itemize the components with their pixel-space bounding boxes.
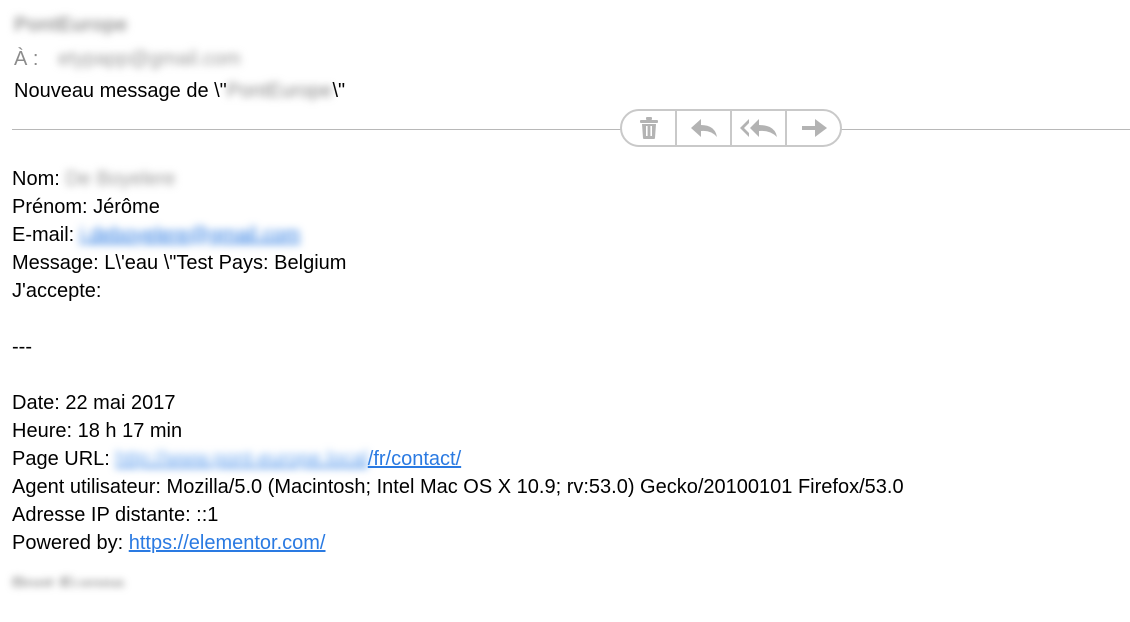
reply-all-icon	[739, 119, 777, 137]
powered-link[interactable]: https://elementor.com/	[129, 532, 326, 554]
heure-line: Heure: 18 h 17 min	[12, 420, 183, 442]
date-line: Date: 22 mai 2017	[12, 392, 176, 414]
subject-prefix: Nouveau message de \"	[14, 80, 227, 102]
subject-line: Nouveau message de \"PontEurope\"	[14, 80, 345, 103]
to-label: À :	[14, 48, 39, 70]
separator-line: ---	[12, 336, 32, 358]
trash-icon	[639, 117, 658, 139]
subject-suffix: \"	[332, 80, 346, 102]
reply-button[interactable]	[677, 111, 732, 145]
accept-line: J'accepte:	[12, 280, 102, 302]
sender-name: PontEurope	[14, 14, 128, 36]
message-body: Nom: De Boyelere Prénom: Jérôme E-mail: …	[12, 165, 904, 557]
delete-button[interactable]	[622, 111, 677, 145]
page-url-domain: http://www.pont-europe.local	[115, 448, 368, 470]
message-toolbar	[620, 109, 842, 147]
message-line: Message: L\'eau \"Test Pays: Belgium	[12, 252, 347, 274]
powered-line: Powered by: https://elementor.com/	[12, 529, 904, 557]
reply-all-button[interactable]	[732, 111, 787, 145]
to-address[interactable]: etypapp@gmail.com	[58, 48, 241, 70]
agent-line: Agent utilisateur: Mozilla/5.0 (Macintos…	[12, 476, 904, 498]
page-url-link[interactable]: http://www.pont-europe.local/fr/contact/	[115, 448, 461, 470]
header-divider	[12, 129, 1130, 130]
subject-name: PontEurope	[226, 80, 333, 102]
reply-icon	[690, 119, 717, 137]
page-url-line: Page URL: http://www.pont-europe.local/f…	[12, 445, 904, 473]
email-line: E-mail: j.deboyelere@gmail.com	[12, 221, 904, 249]
ip-line: Adresse IP distante: ::1	[12, 504, 219, 526]
prenom-line: Prénom: Jérôme	[12, 196, 160, 218]
nom-label: Nom:	[12, 168, 60, 190]
page-url-path: /fr/contact/	[367, 448, 462, 470]
forward-button[interactable]	[787, 111, 840, 145]
forward-icon	[801, 119, 827, 137]
nom-line: Nom: De Boyelere	[12, 165, 904, 193]
email-link[interactable]: j.deboyelere@gmail.com	[80, 224, 300, 246]
nom-value: De Boyelere	[65, 168, 176, 190]
email-label: E-mail:	[12, 224, 75, 246]
to-row: À : etypapp@gmail.com	[14, 48, 241, 71]
cutoff-text: Pont-Europe	[12, 575, 125, 586]
page-url-label: Page URL:	[12, 448, 110, 470]
powered-label: Powered by:	[12, 532, 124, 554]
